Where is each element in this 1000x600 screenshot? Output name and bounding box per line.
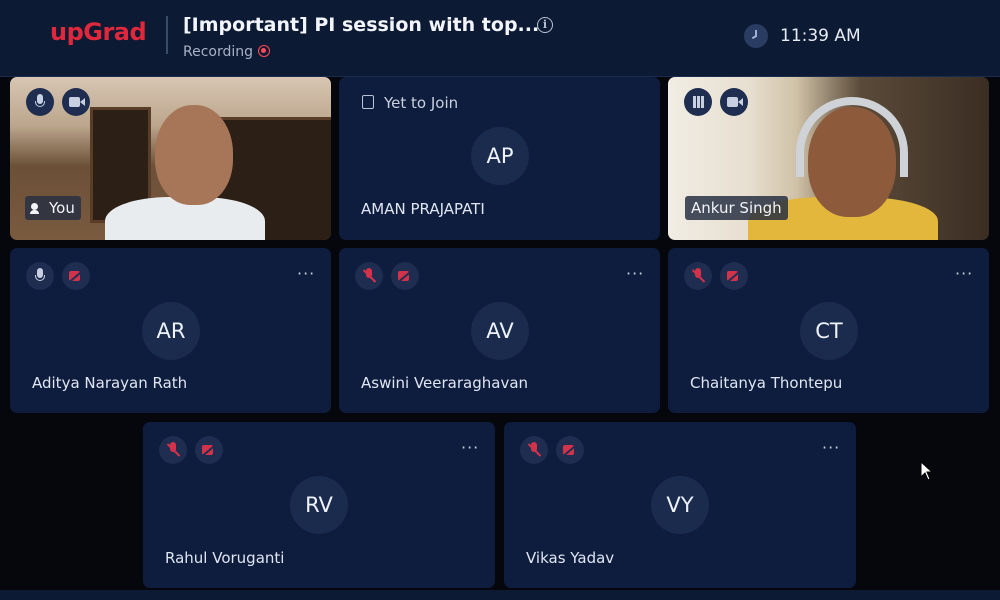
info-icon[interactable]: i (537, 17, 553, 33)
participant-tile-aswini[interactable]: ··· AV Aswini Veeraraghavan (339, 248, 660, 413)
camera-off-icon[interactable] (556, 436, 584, 464)
participant-avatar: VY (651, 476, 709, 534)
mic-icon[interactable] (26, 262, 54, 290)
more-options-icon[interactable]: ··· (626, 264, 644, 283)
mic-off-icon[interactable] (684, 262, 712, 290)
participant-tile-ankur[interactable]: Ankur Singh (668, 77, 989, 240)
yet-to-join-label: Yet to Join (384, 94, 459, 112)
participant-name: Chaitanya Thontepu (690, 374, 843, 392)
meeting-time: 11:39 AM (780, 26, 861, 46)
participant-tile-you[interactable]: You (10, 77, 331, 240)
participant-avatar: AR (142, 302, 200, 360)
audio-level-icon (684, 88, 712, 116)
participant-avatar: AV (471, 302, 529, 360)
participant-name: Aditya Narayan Rath (32, 374, 188, 392)
participant-video-face (155, 105, 233, 205)
participant-name: Aswini Veeraraghavan (361, 374, 529, 392)
mic-off-icon[interactable] (355, 262, 383, 290)
participant-tile-aditya[interactable]: ··· AR Aditya Narayan Rath (10, 248, 331, 413)
participant-name: AMAN PRAJAPATI (361, 200, 485, 218)
more-options-icon[interactable]: ··· (461, 438, 479, 457)
participant-name: Ankur Singh (685, 196, 788, 220)
mouse-cursor-icon (920, 460, 934, 485)
participant-name: Rahul Voruganti (165, 549, 285, 567)
mic-off-icon[interactable] (159, 436, 187, 464)
recording-label: Recording (183, 44, 254, 60)
camera-off-icon[interactable] (391, 262, 419, 290)
user-speaking-icon (30, 203, 43, 214)
camera-icon[interactable] (62, 88, 90, 116)
camera-icon (720, 88, 748, 116)
mic-icon[interactable] (26, 88, 54, 116)
participant-tile-chaitanya[interactable]: ··· CT Chaitanya Thontepu (668, 248, 989, 413)
headphones (796, 97, 908, 177)
exit-door-icon (362, 95, 374, 109)
participant-name: You (25, 196, 81, 220)
camera-off-icon[interactable] (62, 262, 90, 290)
more-options-icon[interactable]: ··· (822, 438, 840, 457)
bottom-toolbar (0, 590, 1000, 600)
clock-icon (744, 24, 768, 48)
participant-name-label: You (49, 199, 75, 217)
meeting-header: upGrad [Important] PI session with top..… (0, 0, 1000, 77)
participant-avatar: RV (290, 476, 348, 534)
recording-indicator-icon (258, 45, 270, 57)
camera-off-icon[interactable] (195, 436, 223, 464)
participant-avatar: AP (471, 127, 529, 185)
participant-tile-vikas[interactable]: ··· VY Vikas Yadav (504, 422, 856, 588)
header-divider (166, 16, 168, 54)
participant-avatar: CT (800, 302, 858, 360)
more-options-icon[interactable]: ··· (297, 264, 315, 283)
upgrad-logo: upGrad (50, 18, 147, 46)
mic-off-icon[interactable] (520, 436, 548, 464)
participant-name: Vikas Yadav (526, 549, 615, 567)
more-options-icon[interactable]: ··· (955, 264, 973, 283)
camera-off-icon[interactable] (720, 262, 748, 290)
participant-tile-rahul[interactable]: ··· RV Rahul Voruganti (143, 422, 495, 588)
meeting-title: [Important] PI session with top... (183, 14, 540, 36)
